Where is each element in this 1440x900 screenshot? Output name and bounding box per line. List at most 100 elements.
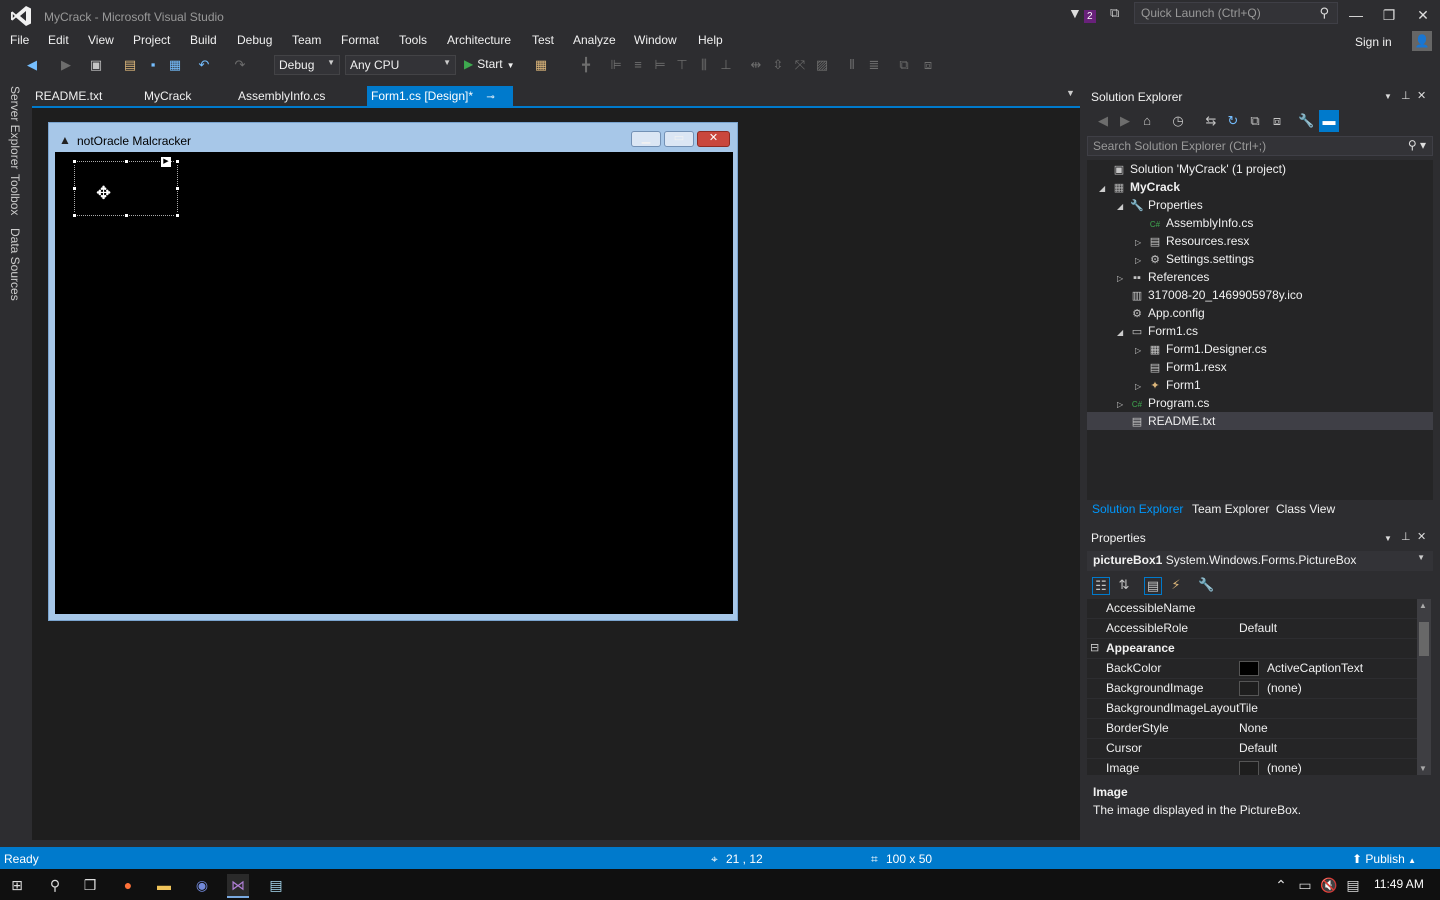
menu-debug[interactable]: Debug xyxy=(237,33,272,47)
account-icon[interactable]: 👤 xyxy=(1412,31,1432,51)
forward-icon[interactable]: ▶ xyxy=(1117,113,1133,129)
align-middles-icon[interactable]: ⫼ xyxy=(696,57,712,73)
tabs-dropdown-icon[interactable]: ▼ xyxy=(1066,88,1075,98)
discord-icon[interactable]: ◉ xyxy=(191,874,213,896)
publish-button[interactable]: ⬆ Publish ▲ xyxy=(1352,852,1416,866)
align-lefts-icon[interactable]: ⊫ xyxy=(608,57,624,73)
picturebox1-selected[interactable] xyxy=(74,161,178,216)
resize-handle-ne[interactable] xyxy=(175,159,180,164)
show-hidden-icons-icon[interactable]: ⌃ xyxy=(1270,874,1292,896)
doc-tab-assemblyinfo[interactable]: AssemblyInfo.cs xyxy=(234,86,329,106)
align-to-grid-icon[interactable]: ╋ xyxy=(578,57,594,73)
feedback-icon[interactable]: ⧉ xyxy=(1110,5,1128,23)
tab-class-view[interactable]: Class View xyxy=(1276,502,1335,516)
data-sources-tab[interactable]: Data Sources xyxy=(8,228,22,301)
resize-handle-nw[interactable] xyxy=(72,159,77,164)
tree-item[interactable]: ◢ ▭ Form1.cs xyxy=(1087,322,1433,340)
form-client-area[interactable] xyxy=(55,152,733,614)
make-same-width-icon[interactable]: ⇹ xyxy=(748,57,764,73)
menu-test[interactable]: Test xyxy=(532,33,554,47)
tree-item[interactable]: ◢ ▦ MyCrack xyxy=(1087,178,1433,196)
smart-tag-icon[interactable]: ▶ xyxy=(161,157,171,167)
tree-item[interactable]: ▷ ▤ Resources.resx xyxy=(1087,232,1433,250)
tree-item[interactable]: ▤ Form1.resx xyxy=(1087,358,1433,376)
menu-analyze[interactable]: Analyze xyxy=(573,33,616,47)
vertical-spacing-icon[interactable]: ≣ xyxy=(866,57,882,73)
open-file-icon[interactable]: ▤ xyxy=(122,57,138,73)
resize-handle-e[interactable] xyxy=(175,186,180,191)
panel-menu-chevron-icon[interactable]: ▼ xyxy=(1384,92,1392,101)
taskbar-clock[interactable]: 11:49 AM xyxy=(1374,877,1424,891)
menu-build[interactable]: Build xyxy=(190,33,217,47)
collapse-all-icon[interactable]: ⧉ xyxy=(1247,113,1263,129)
property-value[interactable]: Default xyxy=(1239,739,1277,758)
make-same-size-icon[interactable]: ⤧ xyxy=(792,57,808,73)
doc-tab-form1-design[interactable]: Form1.cs [Design]* ⊸ ✕ xyxy=(367,86,513,125)
solution-configuration-select[interactable]: Debug ▼ xyxy=(274,55,340,75)
tree-item[interactable]: ⚙ App.config xyxy=(1087,304,1433,322)
scroll-up-icon[interactable]: ▲ xyxy=(1419,601,1427,610)
volume-muted-icon[interactable]: 🔇 xyxy=(1318,874,1340,896)
menu-format[interactable]: Format xyxy=(341,33,379,47)
property-value[interactable]: ActiveCaptionText xyxy=(1239,659,1363,678)
menu-team[interactable]: Team xyxy=(292,33,321,47)
refresh-icon[interactable]: ↻ xyxy=(1225,113,1241,129)
sync-with-document-icon[interactable]: ⇆ xyxy=(1203,113,1219,129)
browser-link-icon[interactable]: ▦ xyxy=(533,57,549,73)
menu-project[interactable]: Project xyxy=(133,33,170,47)
server-explorer-tab[interactable]: Server Explorer xyxy=(8,86,22,169)
restore-button[interactable]: ❐ xyxy=(1375,4,1403,26)
panel-close-icon[interactable]: ✕ xyxy=(1417,89,1426,102)
property-row[interactable]: BorderStyle None xyxy=(1087,719,1417,739)
menu-file[interactable]: File xyxy=(10,33,29,47)
scrollbar-thumb[interactable] xyxy=(1419,622,1429,656)
firefox-icon[interactable]: ● xyxy=(117,874,139,896)
tree-item[interactable]: ▣ Solution 'MyCrack' (1 project) xyxy=(1087,160,1433,178)
property-value[interactable]: (none) xyxy=(1239,679,1302,698)
expanded-arrow-icon[interactable]: ◢ xyxy=(1117,198,1129,216)
show-all-files-icon[interactable]: ⧈ xyxy=(1269,113,1285,129)
size-to-grid-icon[interactable]: ▨ xyxy=(814,57,830,73)
action-center-icon[interactable]: ▤ xyxy=(1342,874,1364,896)
property-value[interactable]: None xyxy=(1239,719,1268,738)
properties-view-icon[interactable]: ▤ xyxy=(1144,577,1162,595)
doc-tab-readme[interactable]: README.txt xyxy=(31,86,106,106)
menu-view[interactable]: View xyxy=(88,33,114,47)
home-icon[interactable]: ⌂ xyxy=(1139,113,1155,129)
scroll-down-icon[interactable]: ▼ xyxy=(1419,764,1427,773)
back-icon[interactable]: ◀ xyxy=(1095,113,1111,129)
property-value[interactable]: (none) xyxy=(1239,759,1302,775)
send-to-back-icon[interactable]: ⧈ xyxy=(920,57,936,73)
tab-solution-explorer[interactable]: Solution Explorer xyxy=(1092,502,1183,516)
file-explorer-icon[interactable]: ▬ xyxy=(153,874,175,896)
pending-changes-filter-icon[interactable]: ◷ xyxy=(1170,113,1186,129)
save-icon[interactable]: ▪ xyxy=(145,57,161,73)
expanded-arrow-icon[interactable]: ◢ xyxy=(1099,180,1111,198)
tree-item[interactable]: ▥ 317008-20_1469905978y.ico xyxy=(1087,286,1433,304)
preview-selected-items-icon[interactable]: ▬ xyxy=(1319,110,1339,132)
panel-close-icon[interactable]: ✕ xyxy=(1417,530,1426,543)
align-centers-icon[interactable]: ≡ xyxy=(630,57,646,73)
sign-in-link[interactable]: Sign in xyxy=(1355,35,1392,49)
navigate-back-icon[interactable]: ◀ xyxy=(24,57,40,73)
solution-platform-select[interactable]: Any CPU ▼ xyxy=(345,55,456,75)
tree-item[interactable]: ▷ C# Program.cs xyxy=(1087,394,1433,412)
menu-help[interactable]: Help xyxy=(698,33,723,47)
notifications-button[interactable]: ▼ 2 xyxy=(1068,5,1098,25)
redo-icon[interactable]: ↷ xyxy=(232,57,248,73)
toolbox-tab[interactable]: Toolbox xyxy=(8,174,22,215)
notepad-icon[interactable]: ▤ xyxy=(265,874,287,896)
bring-to-front-icon[interactable]: ⧉ xyxy=(896,57,912,73)
property-row[interactable]: BackgroundImage (none) xyxy=(1087,679,1417,699)
task-view-icon[interactable]: ❒ xyxy=(79,874,101,896)
save-all-icon[interactable]: ▦ xyxy=(167,57,183,73)
pin-icon[interactable]: ⊸ xyxy=(486,92,494,103)
start-debugging-button[interactable]: ▶ Start ▼ xyxy=(464,57,515,71)
panel-pin-icon[interactable]: ⊥ xyxy=(1401,530,1411,543)
search-icon[interactable]: ⚲ xyxy=(44,874,66,896)
align-bottoms-icon[interactable]: ⊥ xyxy=(718,57,734,73)
close-button[interactable]: ✕ xyxy=(1409,4,1437,26)
resize-handle-sw[interactable] xyxy=(72,213,77,218)
property-object-selector[interactable]: pictureBox1 System.Windows.Forms.Picture… xyxy=(1087,551,1433,571)
resize-handle-se[interactable] xyxy=(175,213,180,218)
